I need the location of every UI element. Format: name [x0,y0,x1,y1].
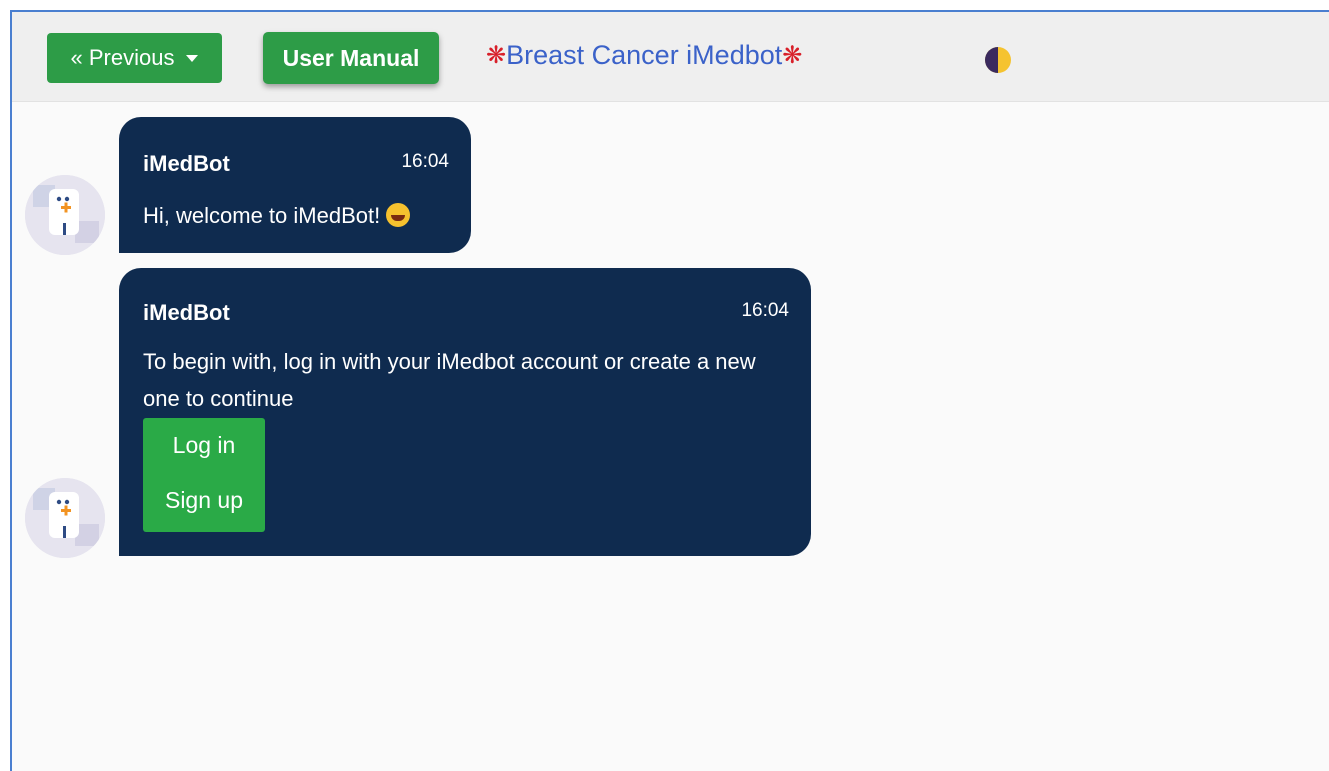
previous-dropdown-button[interactable]: « Previous [47,33,222,83]
top-navbar: « Previous User Manual ❋ Breast Cancer i… [12,12,1329,102]
brand-title-text: Breast Cancer iMedbot [506,40,783,70]
red-ribbon-icon: ❋ [486,41,507,69]
message-time: 16:04 [401,151,449,172]
signup-button[interactable]: Sign up [143,487,265,514]
robot-doctor-icon [25,478,105,558]
app-frame: « Previous User Manual ❋ Breast Cancer i… [10,10,1329,771]
robot-doctor-icon [25,175,105,255]
grinning-face-icon [386,203,411,227]
login-button[interactable]: Log in [143,432,265,459]
message-text: Hi, welcome to iMedBot! [143,197,411,234]
auth-actions: Log in Sign up [143,418,265,532]
message-text-content: Hi, welcome to iMedBot! [143,203,381,228]
chat-message: iMedBot 16:04 Hi, welcome to iMedBot! [119,117,471,253]
brand-title[interactable]: ❋ Breast Cancer iMedbot ❋ [486,40,802,71]
message-sender: iMedBot [143,300,230,325]
caret-down-icon [186,54,199,62]
chat-message: iMedBot 16:04 To begin with, log in with… [119,268,811,556]
half-moon-theme-icon[interactable] [983,45,1013,75]
red-ribbon-icon: ❋ [782,41,803,69]
previous-label: « Previous [70,45,175,70]
user-manual-button[interactable]: User Manual [263,32,439,84]
bot-avatar [25,175,105,255]
bot-avatar [25,478,105,558]
message-sender: iMedBot [143,151,230,176]
message-text: To begin with, log in with your iMedbot … [143,349,756,411]
message-time: 16:04 [741,300,789,321]
